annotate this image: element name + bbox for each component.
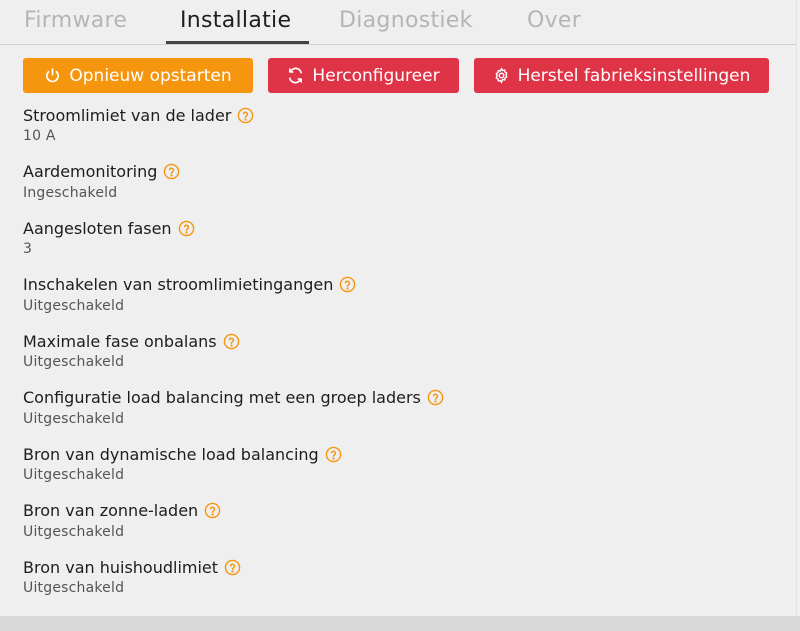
help-icon[interactable] [204,502,221,519]
tab-diagnostiek[interactable]: Diagnostiek [325,8,487,44]
settings-list: Stroomlimiet van de lader 10 A Aardemonito… [23,103,783,612]
help-icon[interactable] [427,389,444,406]
setting-value: 10 A [23,128,56,144]
refresh-icon [289,67,303,84]
tab-over[interactable]: Over [513,8,595,44]
setting-label: Bron van huishoudlimiet [23,557,219,577]
reconfigure-button[interactable]: Herconfigureer [268,58,459,93]
setting-label: Stroomlimiet van de lader [23,105,232,125]
setting-label: Configuratie load balancing met een groe… [23,388,421,407]
setting-value: Ingeschakeld [23,184,118,201]
tab-firmware[interactable]: Firmware [10,8,141,44]
setting-label-row: Aardemonitoring [23,160,783,184]
setting-item: Configuratie load balancing met een groe… [23,386,783,443]
setting-label: Inschakelen van stroomlimietingangen [23,275,334,294]
reconfigure-button-label: Herconfigureer [312,65,440,86]
setting-label-row: Bron van huishoudlimiet [23,555,783,579]
installation-panel: Firmware Installatie Diagnostiek Over Op… [0,0,797,615]
setting-label-row: Stroomlimiet van de lader [23,103,783,127]
setting-value: Uitgeschakeld [23,354,125,370]
gear-icon [494,67,508,84]
help-icon[interactable] [163,163,180,180]
setting-item: Maximale fase onbalans Uitgeschakeld [23,329,783,386]
setting-item: Aangesloten fasen 3 [23,216,783,273]
setting-item: Bron van dynamische load balancing Uitges… [23,442,783,499]
setting-item: Inschakelen van stroomlimietingangen Uitg… [23,273,783,330]
setting-value: Uitgeschakeld [23,297,125,314]
setting-label: Aangesloten fasen [23,218,172,238]
setting-label: Maximale fase onbalans [23,331,217,351]
setting-value: 3 [23,241,33,257]
setting-item: Bron van zonne-laden Uitgeschakeld [23,499,783,556]
restart-button[interactable]: Opnieuw opstarten [23,58,253,93]
factory-reset-button[interactable]: Herstel fabrieksinstellingen [474,58,769,93]
power-icon [46,68,60,83]
setting-label-row: Maximale fase onbalans [23,329,783,353]
help-icon[interactable] [339,276,356,293]
setting-label: Bron van dynamische load balancing [23,444,319,464]
restart-button-label: Opnieuw opstarten [69,65,232,86]
setting-value: Uitgeschakeld [23,523,125,540]
help-icon[interactable] [237,107,254,124]
setting-label-row: Bron van dynamische load balancing [23,442,783,466]
help-icon[interactable] [178,220,195,237]
tab-bar: Firmware Installatie Diagnostiek Over [0,0,796,45]
help-icon[interactable] [224,559,241,576]
setting-value: Uitgeschakeld [23,410,125,427]
setting-label-row: Inschakelen van stroomlimietingangen [23,273,783,297]
setting-label: Aardemonitoring [23,162,158,181]
setting-label-row: Configuratie load balancing met een groe… [23,386,783,410]
help-icon[interactable] [325,446,342,463]
help-icon[interactable] [223,333,240,350]
setting-label: Bron van zonne-laden [23,501,199,520]
setting-item: Aardemonitoring Ingeschakeld [23,160,783,217]
setting-item: Stroomlimiet van de lader 10 A [23,103,783,160]
setting-value: Uitgeschakeld [23,467,125,483]
bottom-scroll-area [0,616,800,631]
setting-label-row: Bron van zonne-laden [23,499,783,523]
setting-item: Bron van huishoudlimiet Uitgeschakeld [23,555,783,612]
factory-reset-button-label: Herstel fabrieksinstellingen [517,65,751,86]
setting-label-row: Aangesloten fasen [23,216,783,240]
tab-installatie[interactable]: Installatie [166,8,309,44]
setting-value: Uitgeschakeld [23,580,125,596]
